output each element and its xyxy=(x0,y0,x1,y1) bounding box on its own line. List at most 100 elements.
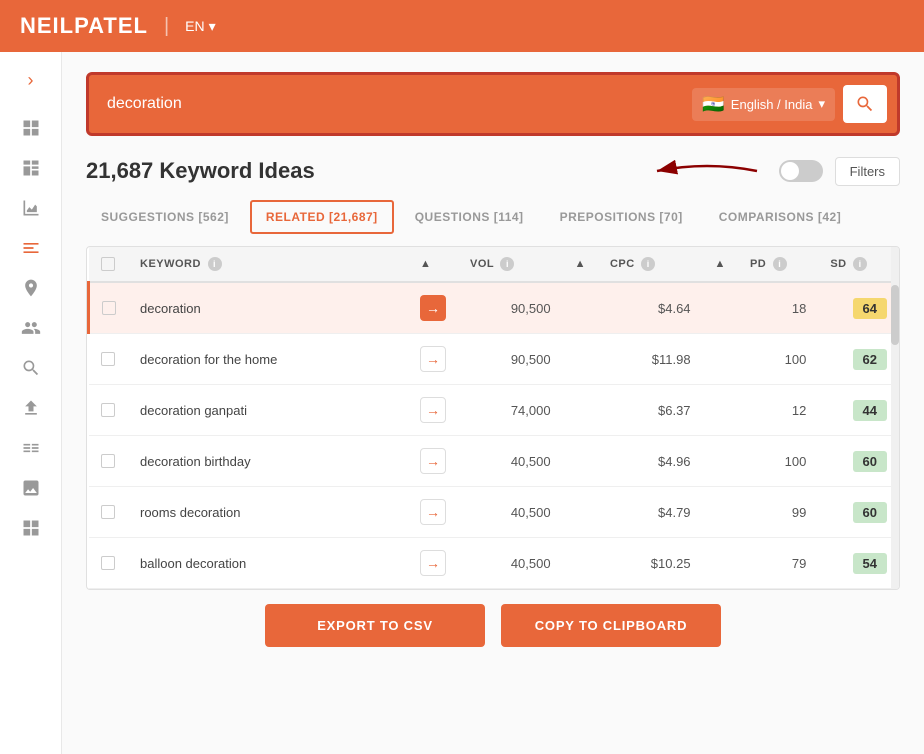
sidebar-item-location[interactable] xyxy=(11,270,51,306)
flag-icon: 🇮🇳 xyxy=(702,94,724,115)
sidebar-item-keywords[interactable] xyxy=(11,230,51,266)
sidebar-item-upload[interactable] xyxy=(11,390,51,426)
tab-comparisons[interactable]: COMPARISONS [42] xyxy=(704,201,856,233)
cpc-cell: $10.25 xyxy=(598,538,703,589)
copy-clipboard-button[interactable]: COPY TO CLIPBOARD xyxy=(501,604,721,647)
sidebar-toggle[interactable]: › xyxy=(11,62,51,98)
keyword-link-button[interactable]: → xyxy=(420,295,446,321)
scrollbar-thumb[interactable] xyxy=(891,285,899,345)
th-sd: SD i xyxy=(818,247,899,282)
pd-info-icon[interactable]: i xyxy=(773,257,787,271)
keyword-info-icon[interactable]: i xyxy=(208,257,222,271)
keyword-cell: decoration for the home xyxy=(128,334,408,385)
main-content: 🇮🇳 English / India ▾ 21,687 Keyword Idea… xyxy=(62,52,924,754)
vol-info-icon[interactable]: i xyxy=(500,257,514,271)
language-country-selector[interactable]: 🇮🇳 English / India ▾ xyxy=(692,88,835,121)
select-all-checkbox[interactable] xyxy=(101,257,115,271)
filters-button[interactable]: Filters xyxy=(835,157,900,186)
table-header-row: KEYWORD i ▲ VOL i ▲ xyxy=(89,247,900,282)
sort-vol-icon: ▲ xyxy=(575,258,586,270)
sd-badge: 60 xyxy=(853,451,887,472)
table-row: rooms decoration → 40,500 $4.79 99 60 xyxy=(89,487,900,538)
keyword-link-button[interactable]: → xyxy=(420,346,446,372)
empty-cell2 xyxy=(703,436,738,487)
th-sort-up[interactable]: ▲ xyxy=(408,247,458,282)
keywords-header: 21,687 Keyword Ideas Filters xyxy=(86,156,900,186)
sd-cell: 44 xyxy=(818,385,899,436)
sidebar-item-analytics[interactable] xyxy=(11,190,51,226)
sidebar-item-image[interactable] xyxy=(11,470,51,506)
keywords-table: KEYWORD i ▲ VOL i ▲ xyxy=(86,246,900,590)
sd-info-icon[interactable]: i xyxy=(853,257,867,271)
export-csv-button[interactable]: EXPORT TO CSV xyxy=(265,604,485,647)
pd-cell: 12 xyxy=(738,385,818,436)
sd-cell: 60 xyxy=(818,487,899,538)
language-selector[interactable]: EN ▾ xyxy=(185,18,215,35)
keyword-link-button[interactable]: → xyxy=(420,550,446,576)
sd-badge: 64 xyxy=(853,298,887,319)
pd-cell: 79 xyxy=(738,538,818,589)
sd-cell: 64 xyxy=(818,282,899,334)
keyword-link-button[interactable]: → xyxy=(420,397,446,423)
scrollbar-track[interactable] xyxy=(891,247,899,589)
cpc-info-icon[interactable]: i xyxy=(641,257,655,271)
th-sort-vol[interactable]: ▲ xyxy=(563,247,598,282)
row-action-cell: → xyxy=(408,436,458,487)
keyword-cell: decoration birthday xyxy=(128,436,408,487)
row-checkbox[interactable] xyxy=(101,403,115,417)
row-checkbox[interactable] xyxy=(101,556,115,570)
sidebar-item-list[interactable] xyxy=(11,430,51,466)
tab-related[interactable]: RELATED [21,687] xyxy=(250,200,394,234)
sidebar-item-search[interactable] xyxy=(11,350,51,386)
pd-cell: 100 xyxy=(738,334,818,385)
th-keyword: KEYWORD i xyxy=(128,247,408,282)
search-input[interactable] xyxy=(99,91,684,117)
sidebar-item-grid[interactable] xyxy=(11,110,51,146)
sd-cell: 62 xyxy=(818,334,899,385)
sort-cpc-icon: ▲ xyxy=(715,258,726,270)
table-row: decoration ganpati → 74,000 $6.37 12 44 xyxy=(89,385,900,436)
empty-cell xyxy=(563,436,598,487)
table-row: balloon decoration → 40,500 $10.25 79 54 xyxy=(89,538,900,589)
search-button[interactable] xyxy=(843,85,887,123)
cpc-cell: $4.64 xyxy=(598,282,703,334)
lang-chevron-icon: ▾ xyxy=(818,96,825,112)
row-action-cell: → xyxy=(408,385,458,436)
row-checkbox[interactable] xyxy=(102,301,116,315)
header-divider: | xyxy=(164,15,169,38)
layout: › xyxy=(0,52,924,754)
tab-questions[interactable]: QUESTIONS [114] xyxy=(400,201,539,233)
sd-badge: 60 xyxy=(853,502,887,523)
empty-cell xyxy=(563,334,598,385)
row-checkbox[interactable] xyxy=(101,454,115,468)
th-checkbox xyxy=(89,247,129,282)
toggle-switch[interactable] xyxy=(779,160,823,182)
toggle-knob xyxy=(781,162,799,180)
keyword-cell: rooms decoration xyxy=(128,487,408,538)
cpc-cell: $4.96 xyxy=(598,436,703,487)
sidebar-item-grid2[interactable] xyxy=(11,510,51,546)
th-vol: VOL i xyxy=(458,247,563,282)
keyword-cell: balloon decoration xyxy=(128,538,408,589)
th-sort-cpc[interactable]: ▲ xyxy=(703,247,738,282)
empty-cell xyxy=(563,385,598,436)
sidebar-item-dashboard[interactable] xyxy=(11,150,51,186)
sd-badge: 62 xyxy=(853,349,887,370)
tab-suggestions[interactable]: SUGGESTIONS [562] xyxy=(86,201,244,233)
row-checkbox-cell xyxy=(89,282,129,334)
sd-cell: 60 xyxy=(818,436,899,487)
tab-prepositions[interactable]: PREPOSITIONS [70] xyxy=(545,201,698,233)
row-action-cell: → xyxy=(408,538,458,589)
empty-cell2 xyxy=(703,487,738,538)
row-checkbox[interactable] xyxy=(101,352,115,366)
sidebar-item-users[interactable] xyxy=(11,310,51,346)
lang-country-label: English / India xyxy=(731,97,813,112)
pd-cell: 18 xyxy=(738,282,818,334)
row-checkbox[interactable] xyxy=(101,505,115,519)
keyword-link-button[interactable]: → xyxy=(420,448,446,474)
empty-cell2 xyxy=(703,385,738,436)
vol-cell: 40,500 xyxy=(458,436,563,487)
sd-cell: 54 xyxy=(818,538,899,589)
empty-cell xyxy=(563,282,598,334)
keyword-link-button[interactable]: → xyxy=(420,499,446,525)
